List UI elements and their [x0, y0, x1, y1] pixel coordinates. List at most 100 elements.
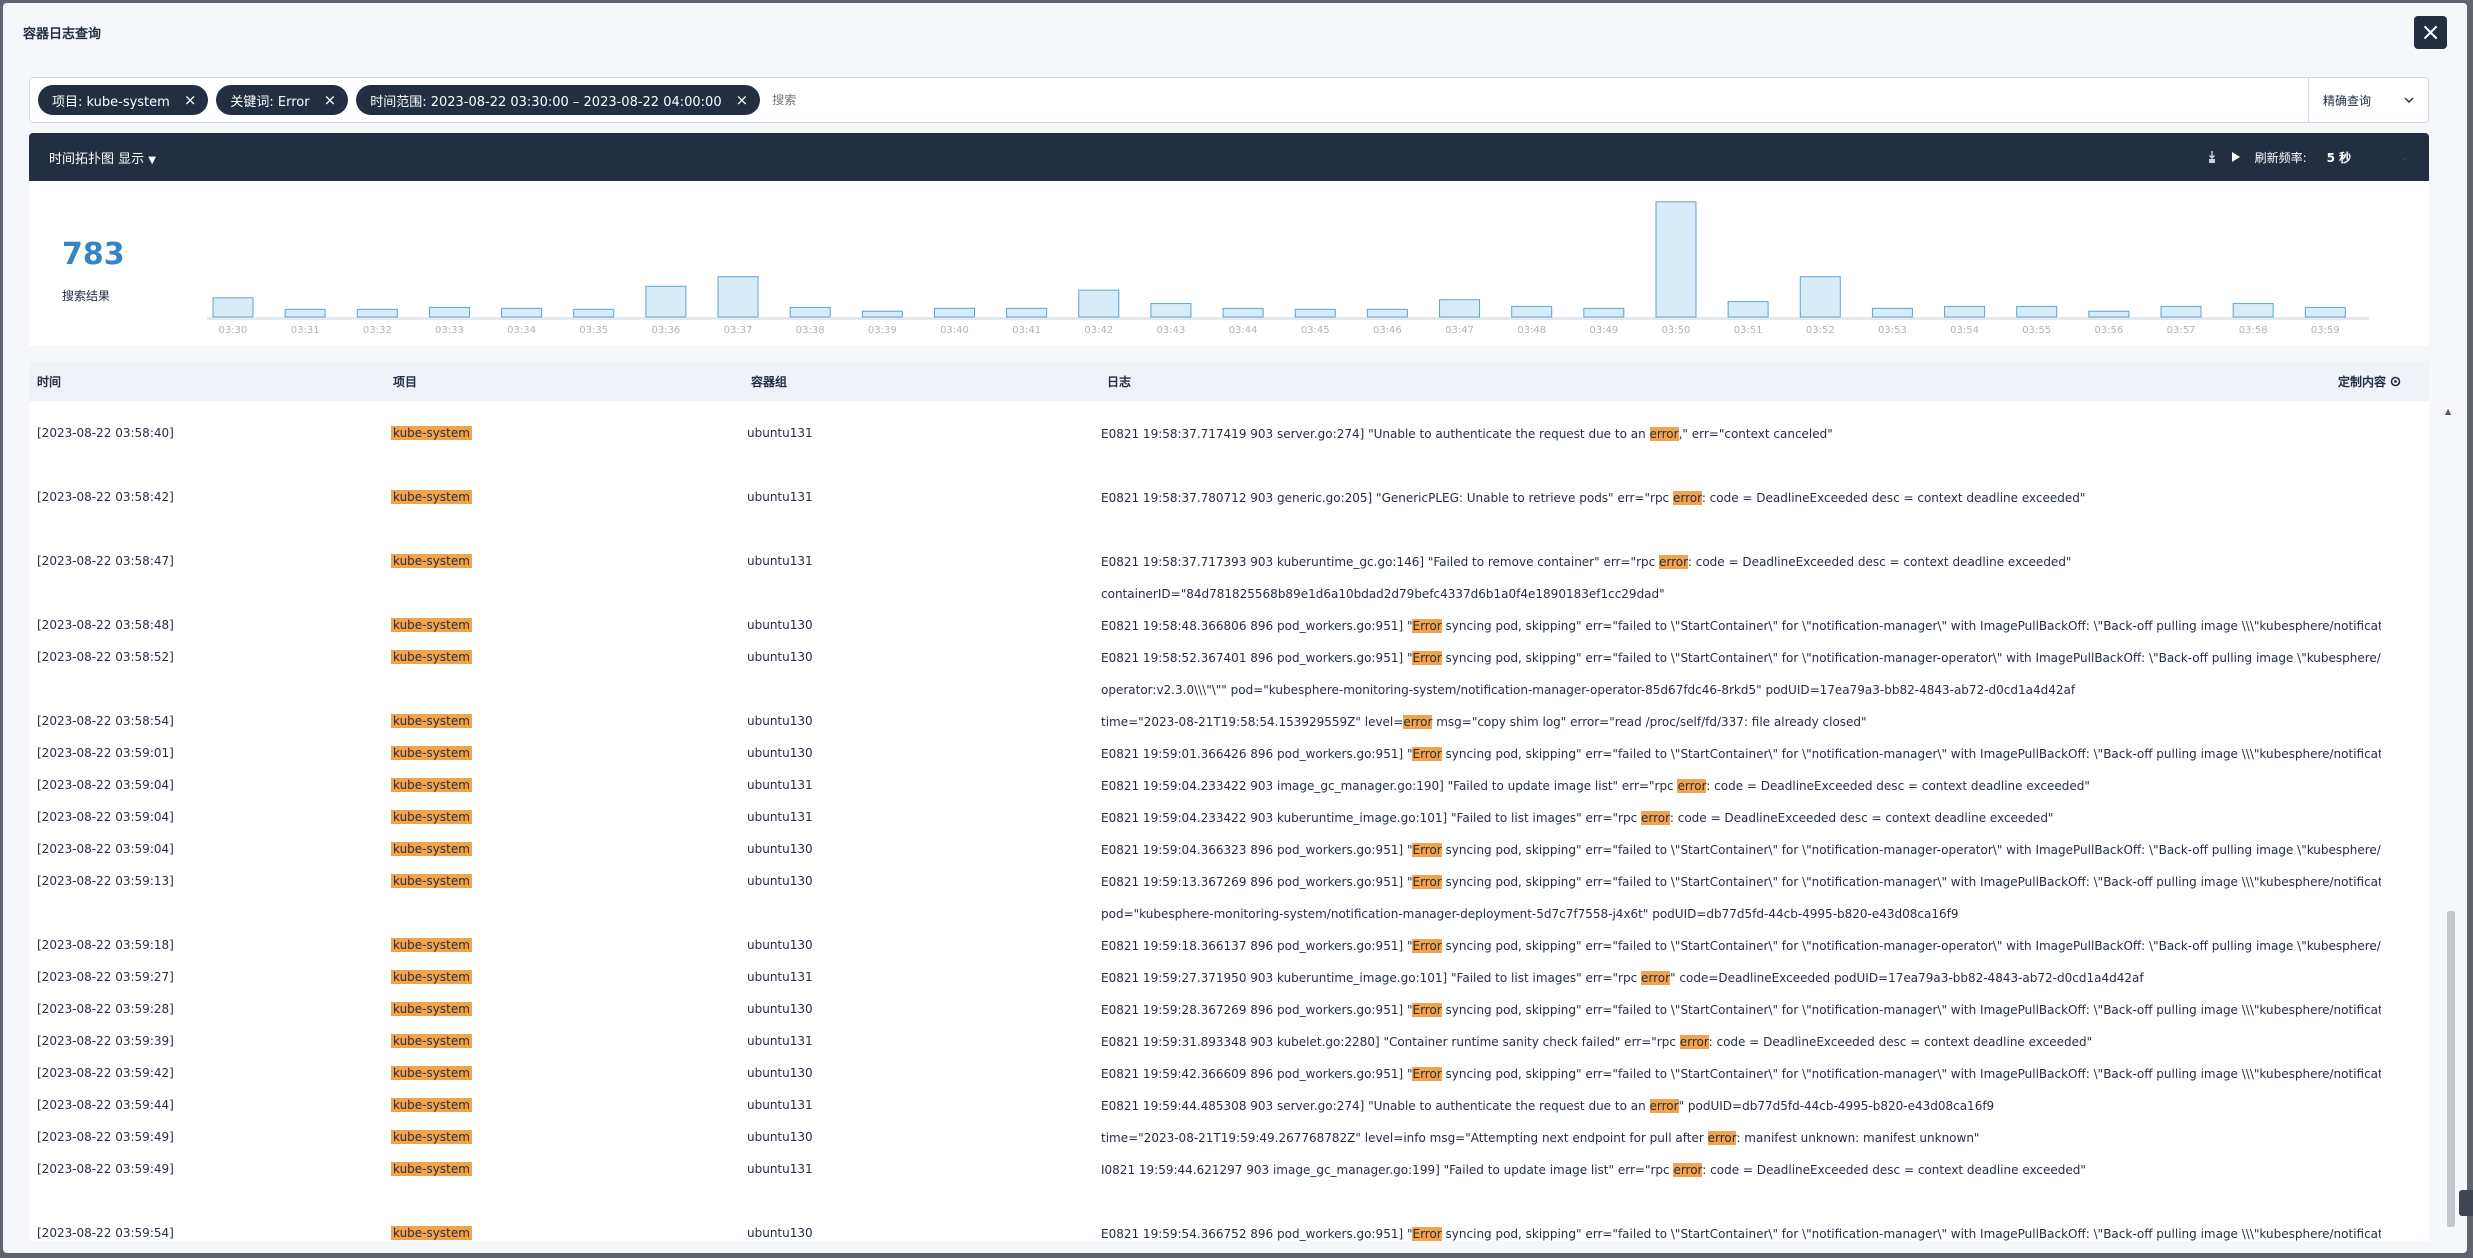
keyword-highlight: Error: [1412, 651, 1442, 665]
histogram-toggle[interactable]: 时间拓扑图 显示 ▼: [49, 148, 2207, 167]
histogram-bar[interactable]: [1222, 307, 1264, 318]
log-project: kube-system: [391, 1002, 472, 1016]
log-time: [2023-08-22 03:59:27]: [37, 970, 174, 984]
histogram-bar[interactable]: [212, 297, 254, 318]
histogram-tick-label: 03:45: [1301, 325, 1330, 336]
log-line: I0821 19:59:44.621297 903 image_gc_manag…: [1101, 1163, 2086, 1177]
refresh-rate-value[interactable]: 5 秒: [2327, 149, 2387, 166]
log-container: ubuntu130: [747, 650, 813, 664]
log-line: pod="kubesphere-monitoring-system/notifi…: [1101, 907, 1959, 921]
log-project: kube-system: [391, 746, 472, 760]
histogram-tick-label: 03:31: [291, 325, 320, 336]
log-message: E0821 19:58:52.367401 896 pod_workers.go…: [1101, 642, 2381, 706]
log-project: kube-system: [391, 938, 472, 952]
histogram-tick-label: 03:46: [1373, 325, 1402, 336]
histogram-bar[interactable]: [2160, 305, 2202, 318]
play-icon[interactable]: [2231, 151, 2241, 163]
histogram-bar[interactable]: [356, 308, 398, 318]
log-project: kube-system: [391, 970, 472, 984]
histogram-bar[interactable]: [501, 307, 543, 318]
histogram-bar[interactable]: [717, 276, 759, 318]
histogram-bar[interactable]: [1871, 307, 1913, 318]
log-time: [2023-08-22 03:59:44]: [37, 1098, 174, 1112]
histogram-bar[interactable]: [1655, 201, 1697, 318]
download-icon[interactable]: [2207, 150, 2217, 164]
remove-filter-icon[interactable]: ×: [184, 91, 197, 109]
remove-filter-icon[interactable]: ×: [324, 91, 337, 109]
keyword-highlight: error: [1707, 1131, 1737, 1145]
histogram-bar[interactable]: [789, 306, 831, 318]
search-input[interactable]: [768, 85, 2308, 115]
keyword-highlight: error: [1641, 811, 1670, 825]
histogram-bar[interactable]: [933, 307, 975, 318]
log-line: E0821 19:58:37.717393 903 kuberuntime_gc…: [1101, 555, 2072, 569]
histogram-bar[interactable]: [1583, 307, 1625, 318]
histogram-bar[interactable]: [284, 308, 326, 318]
histogram-bar[interactable]: [1727, 301, 1769, 318]
project-highlight: kube-system: [391, 938, 472, 952]
histogram-tick-label: 03:51: [1734, 325, 1763, 336]
scrollbar[interactable]: ▲: [2445, 407, 2455, 1237]
histogram-bar[interactable]: [1366, 308, 1408, 318]
histogram-bar[interactable]: [861, 310, 903, 318]
log-line: E0821 19:59:27.371950 903 kuberuntime_im…: [1101, 971, 2144, 985]
histogram-tick-label: 03:43: [1157, 325, 1186, 336]
gear-icon: [2390, 376, 2401, 386]
histogram-bar[interactable]: [1078, 289, 1120, 318]
log-time: [2023-08-22 03:58:52]: [37, 650, 174, 664]
caret-down-icon: ▼: [148, 154, 156, 166]
histogram-bar[interactable]: [2016, 305, 2058, 318]
log-project: kube-system: [391, 490, 472, 504]
histogram-bar[interactable]: [1294, 308, 1336, 318]
query-mode-select[interactable]: 精确查询: [2308, 77, 2428, 123]
log-time: [2023-08-22 03:59:49]: [37, 1130, 174, 1144]
log-container: ubuntu130: [747, 1226, 813, 1240]
histogram-tick-label: 03:36: [651, 325, 680, 336]
project-highlight: kube-system: [391, 1162, 472, 1176]
histogram-bar[interactable]: [1799, 276, 1841, 318]
log-container: ubuntu131: [747, 778, 813, 792]
histogram-tick-label: 03:33: [435, 325, 464, 336]
table-header: 时间 项目 容器组 日志 定制内容: [29, 361, 2429, 401]
log-time: [2023-08-22 03:59:04]: [37, 842, 174, 856]
log-line: time="2023-08-21T19:59:49.267768782Z" le…: [1101, 1131, 1980, 1145]
histogram-bar[interactable]: [1006, 307, 1048, 318]
histogram-tick-label: 03:58: [2239, 325, 2268, 336]
histogram-bar[interactable]: [2304, 306, 2346, 318]
refresh-rate-label: 刷新频率:: [2254, 150, 2307, 165]
keyword-highlight: Error: [1412, 747, 1442, 761]
log-time: [2023-08-22 03:59:13]: [37, 874, 174, 888]
project-highlight: kube-system: [391, 1034, 472, 1048]
log-container: ubuntu131: [747, 426, 813, 440]
log-message: E0821 19:58:37.717393 903 kuberuntime_gc…: [1101, 546, 2381, 610]
log-message: E0821 19:59:18.366137 896 pod_workers.go…: [1101, 930, 2381, 962]
log-time: [2023-08-22 03:59:54]: [37, 1226, 174, 1240]
log-message: E0821 19:59:42.366609 896 pod_workers.go…: [1101, 1058, 2381, 1090]
custom-columns-button[interactable]: 定制内容: [2338, 373, 2401, 390]
histogram-bar[interactable]: [428, 306, 470, 318]
histogram-bar[interactable]: [2088, 310, 2130, 318]
histogram-toggle-label: 时间拓扑图 显示: [49, 151, 145, 167]
close-button[interactable]: ×: [2414, 15, 2447, 49]
log-project: kube-system: [391, 1130, 472, 1144]
log-container: ubuntu130: [747, 1002, 813, 1016]
histogram-bar[interactable]: [1511, 305, 1553, 318]
log-time: [2023-08-22 03:59:28]: [37, 1002, 174, 1016]
scroll-thumb[interactable]: [2447, 911, 2455, 1227]
histogram-bar[interactable]: [1439, 299, 1481, 318]
log-project: kube-system: [391, 874, 472, 888]
keyword-highlight: error: [1673, 1163, 1703, 1177]
log-message: E0821 19:59:04.233422 903 kuberuntime_im…: [1101, 802, 2381, 834]
remove-filter-icon[interactable]: ×: [736, 91, 749, 109]
side-panel-handle[interactable]: [2459, 1190, 2473, 1216]
keyword-highlight: error: [1677, 779, 1707, 793]
histogram-bar[interactable]: [1944, 305, 1986, 318]
chevron-down-icon: ⌄: [2400, 151, 2409, 163]
histogram-bar[interactable]: [573, 308, 615, 318]
scroll-up-icon[interactable]: ▲: [2445, 407, 2451, 416]
histogram-bar[interactable]: [1150, 303, 1192, 318]
histogram-tick-label: 03:39: [868, 325, 897, 336]
log-project: kube-system: [391, 554, 472, 568]
histogram-bar[interactable]: [2232, 303, 2274, 318]
histogram-bar[interactable]: [645, 285, 687, 318]
